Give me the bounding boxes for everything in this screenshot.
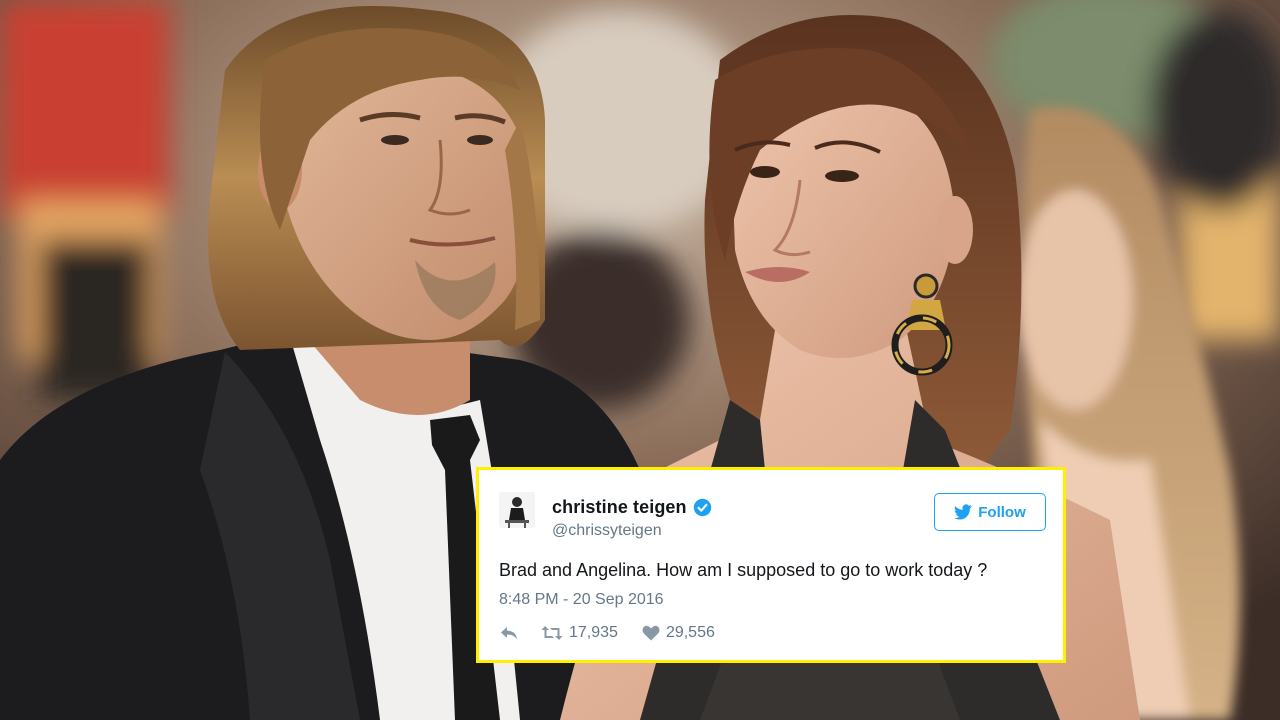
- heart-icon: [642, 625, 660, 641]
- reply-icon: [501, 627, 517, 639]
- retweet-button[interactable]: 17,935: [541, 624, 618, 642]
- retweet-icon: [541, 626, 563, 640]
- author-row: christine teigen: [552, 497, 712, 518]
- reply-button[interactable]: [499, 625, 519, 641]
- tweet-text: Brad and Angelina. How am I supposed to …: [499, 560, 988, 580]
- like-count: 29,556: [665, 624, 715, 641]
- display-name[interactable]: christine teigen: [552, 497, 687, 518]
- handle[interactable]: @chrissyteigen: [552, 522, 662, 540]
- tweet-actions: 17,935 29,556: [499, 624, 715, 642]
- twitter-bird-icon: [954, 504, 972, 520]
- follow-button[interactable]: Follow: [934, 493, 1046, 531]
- avatar-image: [499, 492, 535, 528]
- verified-badge-icon: [693, 498, 711, 517]
- avatar[interactable]: [499, 492, 535, 528]
- like-button[interactable]: 29,556: [642, 624, 715, 642]
- tweet-card: christine teigen @chrissyteigen Follow B…: [476, 467, 1066, 663]
- tweet-timestamp[interactable]: 8:48 PM - 20 Sep 2016: [499, 591, 664, 609]
- follow-button-label: Follow: [978, 503, 1026, 521]
- retweet-count: 17,935: [569, 624, 618, 641]
